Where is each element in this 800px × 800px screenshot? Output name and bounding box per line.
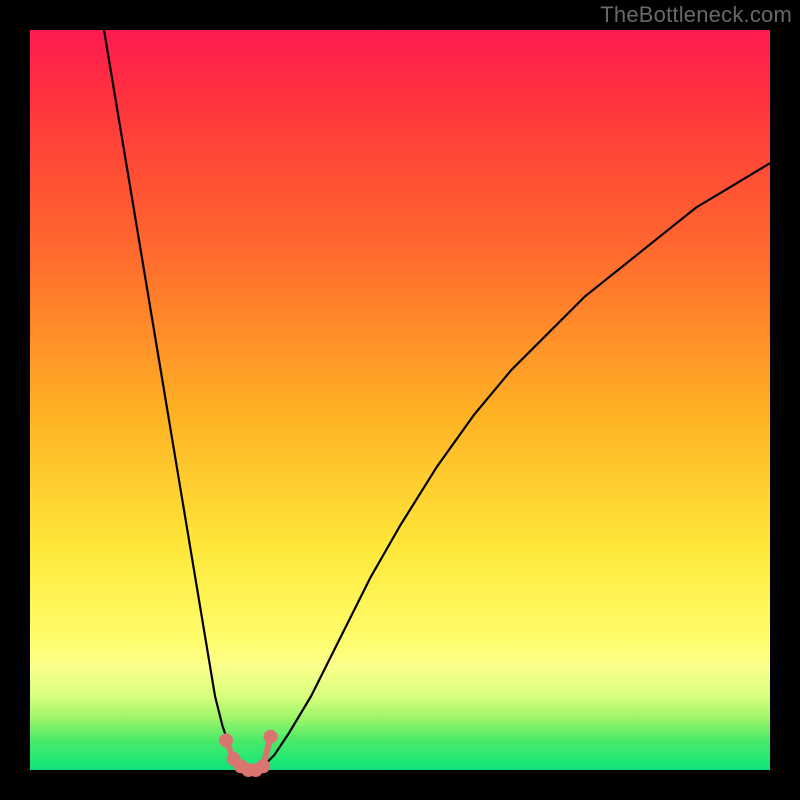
highlight-dot — [264, 730, 278, 744]
highlight-dot — [256, 759, 270, 773]
watermark-text: TheBottleneck.com — [600, 2, 792, 28]
highlight-dot — [219, 733, 233, 747]
chart-frame: TheBottleneck.com — [0, 0, 800, 800]
chart-svg — [30, 30, 770, 770]
bottleneck-curve — [104, 30, 770, 770]
plot-area — [30, 30, 770, 770]
